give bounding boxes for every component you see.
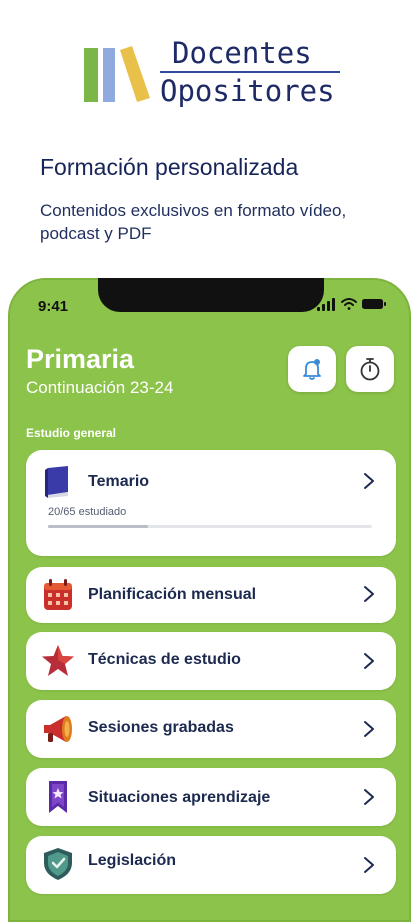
menu-item-label: Sesiones grabadas: [88, 719, 234, 736]
menu-item-label: Situaciones aprendizaje: [88, 789, 271, 806]
wifi-icon: [341, 298, 357, 310]
star-icon: [42, 645, 74, 676]
page-subtitle: Continuación 23-24: [26, 378, 174, 397]
menu-item-legislacion[interactable]: Legislación: [26, 836, 396, 894]
menu-item-tecnicas[interactable]: Técnicas de estudio: [26, 632, 396, 690]
temario-progress-bar: [48, 525, 372, 528]
brand-divider: [160, 71, 340, 73]
status-time: 9:41: [38, 298, 69, 315]
chevron-right-icon: [364, 857, 374, 873]
brand-name-line2: Opositores: [160, 74, 335, 108]
notifications-button[interactable]: [288, 346, 336, 392]
menu-item-label: Técnicas de estudio: [88, 651, 241, 668]
menu-item-situaciones[interactable]: Situaciones aprendizaje: [26, 768, 396, 826]
bell-icon: [303, 359, 321, 380]
megaphone-icon: [44, 716, 72, 742]
temario-progress-text: 20/65 estudiado: [48, 506, 127, 518]
timer-button[interactable]: [346, 346, 394, 392]
bookmark-icon: [49, 781, 67, 813]
brand-logo: Docentes Opositores: [84, 36, 344, 112]
signal-icon: [317, 298, 335, 311]
chevron-right-icon: [364, 653, 374, 669]
promo-subline: Contenidos exclusivos en formato vídeo, …: [40, 201, 347, 243]
menu-item-label: Legislación: [88, 852, 177, 869]
promo-headline: Formación personalizada: [40, 154, 299, 180]
book-icon: [45, 466, 68, 498]
section-label: Estudio general: [26, 426, 117, 440]
phone-notch: [98, 278, 324, 312]
shield-icon: [44, 848, 72, 880]
status-icons: [317, 298, 386, 311]
brand-name-line1: Docentes: [172, 36, 312, 70]
calendar-icon: [44, 579, 72, 610]
chevron-right-icon: [364, 789, 374, 805]
logo-bars-icon: [84, 46, 150, 102]
chevron-right-icon: [364, 721, 374, 737]
menu-item-sesiones[interactable]: Sesiones grabadas: [26, 700, 396, 758]
menu-item-planificacion[interactable]: Planificación mensual: [26, 567, 396, 623]
page-title: Primaria: [26, 344, 135, 374]
menu-item-label: Planificación mensual: [88, 586, 257, 603]
temario-label: Temario: [88, 473, 150, 490]
stopwatch-icon: [360, 358, 380, 381]
temario-card[interactable]: Temario 20/65 estudiado: [26, 450, 396, 556]
temario-progress-fill: [48, 525, 148, 528]
battery-icon: [362, 299, 386, 309]
chevron-right-icon: [364, 473, 374, 489]
chevron-right-icon: [364, 586, 374, 602]
phone-screen: 9:41 Primaria Continuación 23-24 Estudio…: [8, 278, 411, 922]
